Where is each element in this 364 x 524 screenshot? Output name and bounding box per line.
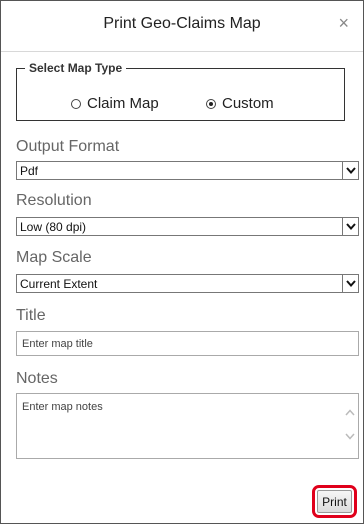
- map-scale-select[interactable]: Current Extent: [16, 274, 359, 293]
- print-dialog: Print Geo-Claims Map × Select Map Type C…: [0, 0, 364, 524]
- radio-unchecked-icon: [71, 98, 81, 109]
- map-type-legend: Select Map Type: [29, 61, 123, 75]
- output-format-select[interactable]: Pdf: [16, 161, 359, 180]
- output-format-label: Output Format: [16, 138, 120, 155]
- close-icon[interactable]: ×: [338, 13, 349, 33]
- resolution-select[interactable]: Low (80 dpi): [16, 217, 359, 236]
- chevron-down-icon: [342, 162, 358, 179]
- radio-custom[interactable]: Custom: [206, 95, 274, 112]
- print-button[interactable]: Print: [317, 490, 352, 513]
- dialog-title: Print Geo-Claims Map: [103, 15, 261, 32]
- chevron-down-icon: [342, 275, 358, 292]
- resolution-value: Low (80 dpi): [20, 220, 87, 234]
- notes-placeholder: Enter map notes: [22, 401, 103, 413]
- notes-textarea[interactable]: Enter map notes: [16, 393, 359, 459]
- resolution-label: Resolution: [16, 192, 92, 209]
- scroll-down-icon[interactable]: [344, 431, 356, 441]
- map-type-group: Select Map Type Claim Map Custom: [16, 61, 345, 121]
- title-placeholder: Enter map title: [22, 338, 93, 350]
- radio-claim-map[interactable]: Claim Map: [71, 95, 159, 112]
- chevron-down-icon: [342, 218, 358, 235]
- output-format-value: Pdf: [20, 164, 39, 178]
- title-input[interactable]: Enter map title: [16, 331, 359, 356]
- scroll-up-icon[interactable]: [344, 407, 356, 417]
- radio-checked-icon: [206, 98, 216, 109]
- map-scale-value: Current Extent: [20, 277, 98, 291]
- print-button-highlight: Print: [312, 485, 357, 518]
- map-scale-label: Map Scale: [16, 249, 92, 266]
- dialog-titlebar: Print Geo-Claims Map ×: [1, 1, 363, 52]
- title-label: Title: [16, 307, 46, 324]
- radio-claim-map-label: Claim Map: [87, 95, 159, 112]
- notes-label: Notes: [16, 370, 58, 387]
- radio-custom-label: Custom: [222, 95, 274, 112]
